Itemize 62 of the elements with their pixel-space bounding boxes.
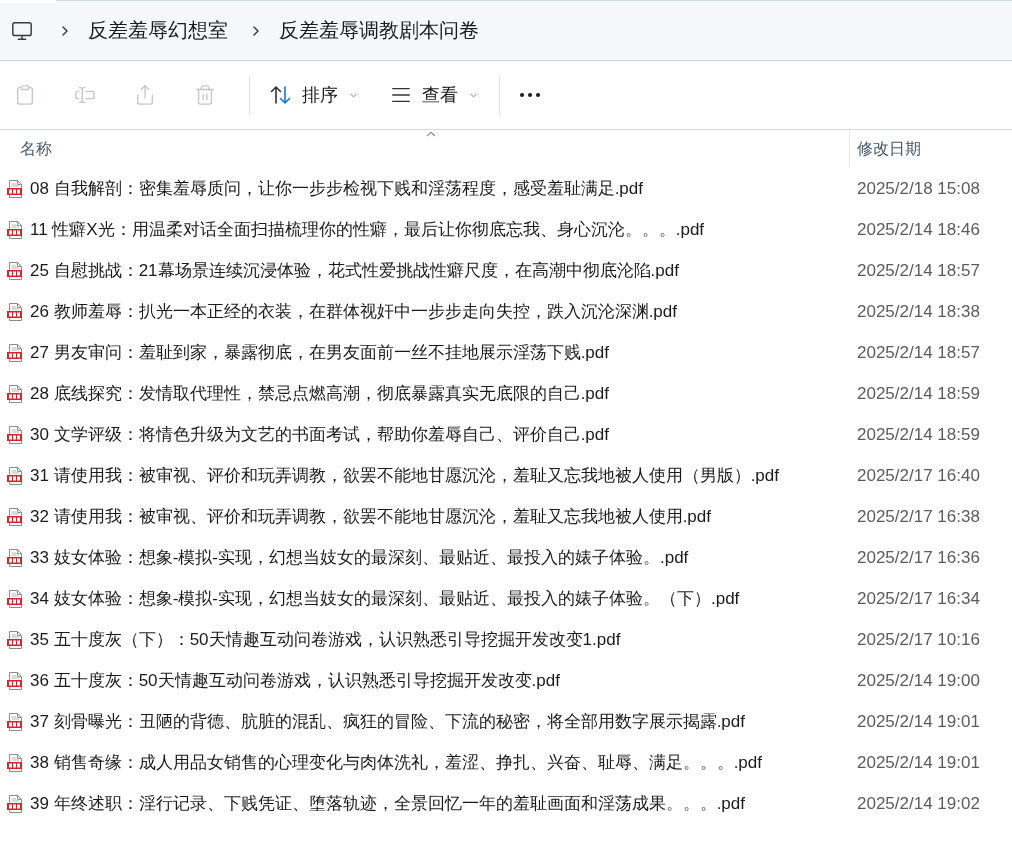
file-name[interactable]: 31 请使用我：被审视、评价和玩弄调教，欲罢不能地甘愿沉沦，羞耻又忘我地被人使用（男版）.pdf: [30, 464, 779, 487]
pdf-file-icon: [7, 507, 23, 526]
pdf-file-icon: [7, 220, 23, 239]
file-name[interactable]: 30 文学评级：将情色升级为文艺的书面考试，帮助你羞辱自己、评价自己.pdf: [30, 423, 609, 446]
file-date: 2025/2/17 16:38: [856, 506, 981, 527]
file-date: 2025/2/14 18:46: [856, 219, 981, 240]
pdf-file-icon: [7, 753, 23, 772]
file-date: 2025/2/14 18:57: [856, 260, 981, 281]
sort-arrows-icon: [270, 85, 292, 105]
pdf-file-icon: [7, 712, 23, 731]
file-date: 2025/2/17 16:36: [856, 547, 981, 568]
view-button[interactable]: 查看: [382, 75, 487, 115]
file-date: 2025/2/14 19:01: [856, 752, 981, 773]
file-date: 2025/2/14 18:59: [856, 383, 981, 404]
breadcrumb-item[interactable]: 反差羞辱调教剧本问卷: [279, 17, 479, 44]
file-date: 2025/2/17 16:34: [856, 588, 981, 609]
pdf-file-icon: [7, 384, 23, 403]
file-name[interactable]: 27 男友审问：羞耻到家，暴露彻底，在男友面前一丝不挂地展示淫荡下贱.pdf: [30, 341, 609, 364]
text-cursor-icon: [74, 84, 96, 106]
file-name[interactable]: 33 妓女体验：想象-模拟-实现，幻想当妓女的最深刻、最贴近、最投入的婊子体验。.pdf: [30, 546, 689, 569]
file-date: 2025/2/17 16:40: [856, 465, 981, 486]
file-name[interactable]: 38 销售奇缘：成人用品女销售的心理变化与肉体洗礼，羞涩、挣扎、兴奋、耻辱、满足。。。.pdf: [30, 751, 762, 774]
pdf-file-icon: [7, 425, 23, 444]
pdf-file-icon: [7, 794, 23, 813]
pdf-file-icon: [7, 630, 23, 649]
file-date: 2025/2/18 15:08: [856, 178, 981, 199]
pdf-file-icon: [7, 466, 23, 485]
file-name[interactable]: 35 五十度灰（下）：50天情趣互动问卷游戏，认识熟悉引导挖掘开发改变1.pdf: [30, 628, 621, 651]
trash-icon: [194, 84, 216, 106]
file-name[interactable]: 32 请使用我：被审视、评价和玩弄调教，欲罢不能地甘愿沉沦，羞耻又忘我地被人使用.pdf: [30, 505, 711, 528]
file-name[interactable]: 11 性癖X光：用温柔对话全面扫描梳理你的性癖，最后让你彻底忘我、身心沉沦。。。.pdf: [30, 218, 705, 241]
file-date: 2025/2/14 19:01: [856, 711, 981, 732]
file-date: 2025/2/14 19:00: [856, 670, 981, 691]
file-name[interactable]: 28 底线探究：发情取代理性，禁忌点燃高潮，彻底暴露真实无底限的自己.pdf: [30, 382, 609, 405]
file-name[interactable]: 08 自我解剖：密集羞辱质问，让你一步步检视下贱和淫荡程度，感受羞耻满足.pdf: [30, 177, 643, 200]
column-header[interactable]: 名称: [0, 130, 849, 168]
pdf-file-icon: [7, 179, 23, 198]
share-icon: [134, 84, 156, 106]
clipboard-icon: [14, 84, 36, 106]
pdf-file-icon: [7, 261, 23, 280]
file-date: 2025/2/17 10:16: [856, 629, 981, 650]
file-name[interactable]: 37 刻骨曝光：丑陋的背德、肮脏的混乱、疯狂的冒险、下流的秘密，将全部用数字展示揭露.pdf: [30, 710, 745, 733]
pdf-file-icon: [7, 302, 23, 321]
pdf-file-icon: [7, 548, 23, 567]
pdf-file-icon: [7, 343, 23, 362]
pdf-file-icon: [7, 589, 23, 608]
computer-button[interactable]: [11, 19, 33, 42]
monitor-icon: [11, 19, 33, 42]
file-date: 2025/2/14 18:59: [856, 424, 981, 445]
more-icon: [520, 93, 540, 97]
pdf-file-icon: [7, 671, 23, 690]
sort-button[interactable]: 排序: [262, 75, 367, 115]
file-date: 2025/2/14 18:38: [856, 301, 981, 322]
column-header[interactable]: 修改日期: [849, 130, 1012, 168]
file-date: 2025/2/14 19:02: [856, 793, 981, 814]
breadcrumb-item[interactable]: 反差羞辱幻想室: [88, 17, 228, 44]
file-date: 2025/2/14 18:57: [856, 342, 981, 363]
file-name[interactable]: 26 教师羞辱：扒光一本正经的衣装，在群体视奸中一步步走向失控，跌入沉沦深渊.pdf: [30, 300, 677, 323]
file-name[interactable]: 34 妓女体验：想象-模拟-实现，幻想当妓女的最深刻、最贴近、最投入的婊子体验。（下）.pdf: [30, 587, 740, 610]
file-name[interactable]: 36 五十度灰：50天情趣互动问卷游戏，认识熟悉引导挖掘开发改变.pdf: [30, 669, 560, 692]
file-name[interactable]: 25 自慰挑战：21幕场景连续沉浸体验，花式性爱挑战性癖尺度，在高潮中彻底沦陷.pdf: [30, 259, 679, 282]
file-name[interactable]: 39 年终述职：淫行记录、下贱凭证、堕落轨迹，全景回忆一年的羞耻画面和淫荡成果。。。.pdf: [30, 792, 745, 815]
